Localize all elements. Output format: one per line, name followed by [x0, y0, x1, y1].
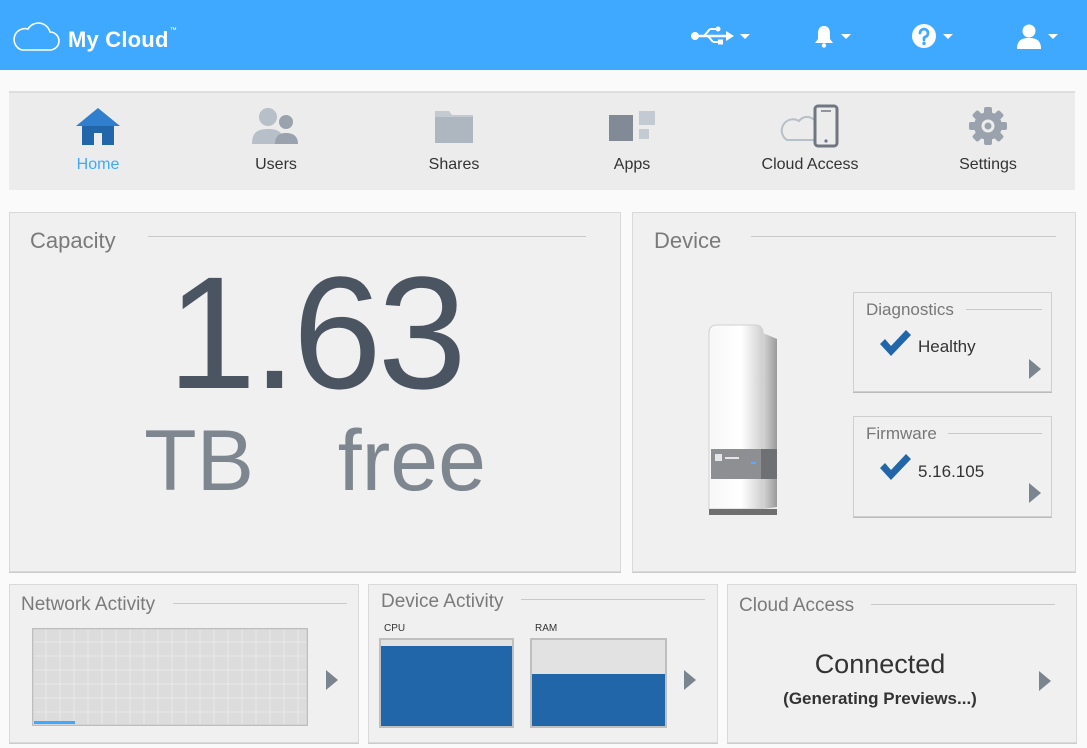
nav-shares[interactable]: Shares — [365, 93, 543, 190]
apps-icon — [609, 111, 655, 141]
cpu-label: CPU — [384, 623, 406, 634]
nav-apps-label: Apps — [613, 156, 651, 173]
top-bar: My Cloud™ — [0, 0, 1087, 70]
usb-icon — [691, 26, 734, 45]
cloud-logo-icon — [13, 22, 60, 51]
nav-cloud-access-label: Cloud Access — [761, 156, 859, 173]
divider — [948, 433, 1042, 434]
cloud-device-icon — [780, 104, 839, 148]
nav-cloud-access[interactable]: Cloud Access — [721, 93, 899, 190]
capacity-value: 1.63 — [167, 243, 466, 422]
chevron-right-icon — [684, 670, 696, 690]
chevron-right-icon — [326, 670, 338, 690]
divider — [521, 599, 705, 600]
app-title: My Cloud™ — [68, 27, 177, 52]
nav-shares-label: Shares — [428, 156, 480, 173]
chevron-right-icon — [1029, 483, 1041, 503]
nav-users[interactable]: Users — [187, 93, 365, 190]
network-activity-panel[interactable]: Network Activity — [9, 584, 359, 743]
network-usage-bar — [34, 721, 75, 724]
capacity-title: Capacity — [30, 228, 116, 253]
folder-icon — [435, 111, 473, 143]
chevron-down-icon — [740, 33, 750, 39]
notifications-button[interactable] — [813, 20, 851, 52]
nav-home[interactable]: Home — [9, 93, 187, 190]
divider — [871, 604, 1055, 605]
device-title: Device — [654, 228, 722, 253]
cloud-access-title: Cloud Access — [739, 595, 855, 616]
diagnostics-title: Diagnostics — [866, 300, 954, 319]
bell-icon — [815, 26, 833, 48]
chevron-right-icon — [1029, 359, 1041, 379]
divider — [751, 236, 1056, 237]
network-activity-graph — [32, 628, 308, 726]
check-icon — [880, 454, 911, 480]
main-nav: Home Users Shares Apps Cloud Access Sett… — [9, 91, 1075, 190]
diagnostics-card[interactable]: Diagnostics Healthy — [853, 292, 1052, 392]
home-icon — [76, 108, 120, 145]
user-icon — [1017, 24, 1041, 49]
device-activity-title: Device Activity — [381, 591, 504, 612]
cloud-access-detail: (Generating Previews...) — [783, 689, 977, 708]
network-activity-title: Network Activity — [21, 594, 156, 615]
nav-settings-label: Settings — [959, 156, 1017, 173]
device-image — [708, 324, 777, 515]
cloud-access-panel[interactable]: Cloud Access Connected (Generating Previ… — [727, 584, 1077, 743]
usb-menu-button[interactable] — [690, 20, 750, 52]
check-icon — [880, 330, 911, 356]
firmware-version: 5.16.105 — [918, 462, 985, 481]
chevron-down-icon — [841, 33, 851, 39]
nav-users-label: Users — [255, 156, 297, 173]
diagnostics-status: Healthy — [918, 337, 976, 356]
ram-meter-fill — [532, 674, 665, 726]
nav-apps[interactable]: Apps — [543, 93, 721, 190]
capacity-panel: Capacity 1.63 TB free — [9, 212, 621, 572]
device-activity-panel[interactable]: Device Activity CPU RAM — [368, 584, 718, 743]
cpu-meter-fill — [381, 646, 512, 726]
firmware-card[interactable]: Firmware 5.16.105 — [853, 416, 1052, 517]
divider — [173, 603, 347, 604]
chevron-right-icon — [1039, 671, 1051, 691]
chevron-down-icon — [1048, 33, 1058, 39]
help-button[interactable] — [911, 20, 953, 52]
users-icon — [252, 108, 298, 144]
nav-home-label: Home — [76, 156, 120, 173]
gear-icon — [969, 107, 1007, 145]
cpu-meter — [379, 638, 514, 728]
ram-meter — [530, 638, 667, 728]
cloud-access-status: Connected — [814, 649, 946, 679]
ram-label: RAM — [535, 623, 558, 634]
chevron-down-icon — [943, 33, 953, 39]
divider — [966, 309, 1042, 310]
divider — [148, 236, 586, 237]
device-panel: Device Diagnostics Healthy Firmware 5.16… — [632, 212, 1076, 572]
help-icon — [912, 24, 936, 48]
nav-settings[interactable]: Settings — [899, 93, 1077, 190]
user-menu-button[interactable] — [1016, 20, 1058, 52]
firmware-title: Firmware — [866, 424, 937, 443]
capacity-unit: TB free — [144, 413, 486, 509]
